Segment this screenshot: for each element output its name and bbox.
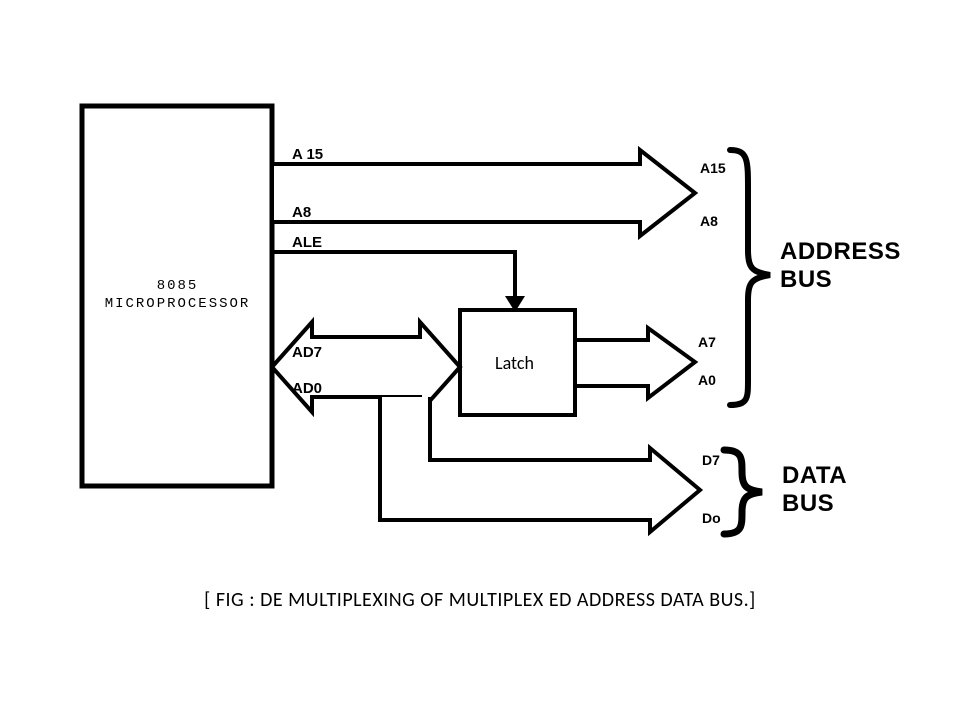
label-data-l1: DATA xyxy=(782,462,847,490)
label-address-l2: BUS xyxy=(780,266,832,294)
brace-data xyxy=(724,450,762,534)
out-d0: Do xyxy=(702,510,721,526)
arrow-latch-out xyxy=(575,328,695,398)
arrow-address-high xyxy=(272,150,695,236)
pin-a15: A 15 xyxy=(292,146,323,163)
out-a7: A7 xyxy=(698,334,716,350)
diagram-stage: 8085 MICROPROCESSOR A 15 A8 ALE AD7 AD0 … xyxy=(0,0,960,720)
pin-ad7: AD7 xyxy=(292,344,322,361)
brace-address xyxy=(730,150,770,405)
cpu-name-line1: 8085 xyxy=(95,278,260,294)
ale-line xyxy=(272,252,515,300)
cpu-name-line2: MICROPROCESSOR xyxy=(85,296,270,312)
pin-a8: A8 xyxy=(292,204,311,221)
pin-ale: ALE xyxy=(292,234,322,251)
latch-label: Latch xyxy=(495,352,534,374)
out-a8: A8 xyxy=(700,213,718,229)
diagram-svg xyxy=(0,0,960,720)
arrow-data-bus xyxy=(380,397,700,532)
out-a15: A15 xyxy=(700,160,726,176)
out-d7: D7 xyxy=(702,452,720,468)
label-address-l1: ADDRESS xyxy=(780,238,901,266)
pin-ad0: AD0 xyxy=(292,380,322,397)
out-a0: A0 xyxy=(698,372,716,388)
label-data-l2: BUS xyxy=(782,490,834,518)
figure-caption: [ FIG : DE MULTIPLEXING OF MULTIPLEX ED … xyxy=(0,588,960,612)
